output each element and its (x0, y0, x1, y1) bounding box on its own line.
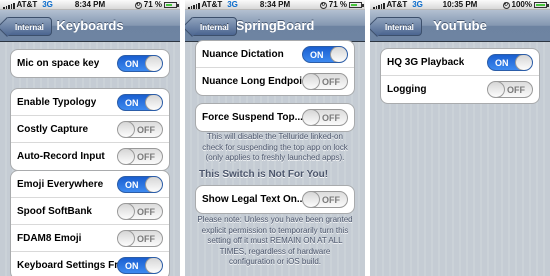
force-suspend-toggle[interactable]: OFF (302, 109, 348, 126)
setting-costly-capture: Costly Capture OFF (11, 116, 169, 143)
rotation-lock-icon: ↻ (134, 1, 142, 9)
settings-group: Show Legal Text On... OFF (195, 185, 355, 214)
setting-mic-on-space-key: Mic on space key ON (11, 50, 169, 77)
auto-record-input-toggle[interactable]: OFF (117, 148, 163, 165)
battery-percent: 100% (511, 0, 532, 9)
setting-hq-3g-playback: HQ 3G Playback ON (381, 49, 539, 76)
settings-group: Emoji Everywhere ON Spoof SoftBank OFF F… (10, 170, 170, 276)
setting-label: Logging (387, 84, 427, 95)
footer-note: Please note: Unless you have been grante… (197, 215, 353, 266)
hq-3g-playback-toggle[interactable]: ON (487, 54, 533, 71)
battery-icon (349, 2, 364, 8)
back-button[interactable]: Internal (375, 17, 422, 36)
setting-label: Nuance Long Endpoi... (202, 76, 310, 87)
back-button[interactable]: Internal (190, 17, 237, 36)
setting-label: FDAM8 Emoji (17, 233, 82, 244)
setting-label: Auto-Record Input (17, 151, 105, 162)
setting-label: Mic on space key (17, 58, 100, 69)
emoji-everywhere-toggle[interactable]: ON (117, 176, 163, 193)
settings-group: Force Suspend Top... OFF (195, 103, 355, 132)
setting-spoof-softbank: Spoof SoftBank OFF (11, 198, 169, 225)
battery-percent: 71 % (328, 0, 347, 9)
navigation-bar: Internal YouTube (370, 10, 550, 42)
status-bar: AT&T 3G 8:34 PM ↻ 71 % (0, 0, 180, 10)
setting-label: Emoji Everywhere (17, 179, 104, 190)
show-legal-text-toggle[interactable]: OFF (302, 191, 348, 208)
youtube-screen: AT&T 3G 10:35 PM ↻ 100% Internal YouTube… (370, 0, 550, 276)
mic-on-space-key-toggle[interactable]: ON (117, 55, 163, 72)
nuance-dictation-toggle[interactable]: ON (302, 46, 348, 63)
footer-note: This will disable the Telluride linked-o… (202, 132, 348, 162)
keyboards-screen: AT&T 3G 8:34 PM ↻ 71 % Internal Keyboard… (0, 0, 180, 276)
section-header: This Switch is Not For You! (199, 169, 329, 180)
battery-icon (534, 2, 549, 8)
setting-force-suspend: Force Suspend Top... OFF (196, 104, 354, 131)
setting-keyboard-settings: Keyboard Settings Fr... ON (11, 252, 169, 276)
enable-typology-toggle[interactable]: ON (117, 94, 163, 111)
settings-group: Enable Typology ON Costly Capture OFF Au… (10, 88, 170, 171)
rotation-lock-icon: ↻ (319, 1, 327, 9)
fdam8-emoji-toggle[interactable]: OFF (117, 230, 163, 247)
status-bar: AT&T 3G 10:35 PM ↻ 100% (370, 0, 550, 10)
setting-label: Costly Capture (17, 124, 89, 135)
costly-capture-toggle[interactable]: OFF (117, 121, 163, 138)
setting-label: Nuance Dictation (202, 49, 284, 60)
logging-toggle[interactable]: OFF (487, 81, 533, 98)
setting-show-legal-text: Show Legal Text On... OFF (196, 186, 354, 213)
setting-label: Show Legal Text On... (202, 194, 306, 205)
nuance-long-endpoint-toggle[interactable]: OFF (302, 73, 348, 90)
setting-label: HQ 3G Playback (387, 57, 465, 68)
setting-logging: Logging OFF (381, 76, 539, 103)
settings-group: Mic on space key ON (10, 49, 170, 78)
setting-label: Spoof SoftBank (17, 206, 92, 217)
setting-nuance-long-endpoint: Nuance Long Endpoi... OFF (196, 68, 354, 95)
battery-icon (164, 2, 179, 8)
settings-group: Nuance Dictation ON Nuance Long Endpoi..… (195, 40, 355, 96)
status-bar: AT&T 3G 8:34 PM ↻ 71 % (185, 0, 365, 10)
rotation-lock-icon: ↻ (502, 1, 510, 9)
settings-group: HQ 3G Playback ON Logging OFF (380, 48, 540, 104)
spoof-softbank-toggle[interactable]: OFF (117, 203, 163, 220)
setting-enable-typology: Enable Typology ON (11, 89, 169, 116)
setting-auto-record-input: Auto-Record Input OFF (11, 143, 169, 170)
setting-label: Force Suspend Top... (202, 112, 303, 123)
setting-emoji-everywhere: Emoji Everywhere ON (11, 171, 169, 198)
setting-nuance-dictation: Nuance Dictation ON (196, 41, 354, 68)
navigation-bar: Internal Keyboards (0, 10, 180, 42)
navigation-bar: Internal SpringBoard (185, 10, 365, 42)
setting-label: Keyboard Settings Fr... (17, 260, 125, 271)
back-button[interactable]: Internal (5, 17, 52, 36)
setting-fdam8-emoji: FDAM8 Emoji OFF (11, 225, 169, 252)
setting-label: Enable Typology (17, 97, 97, 108)
springboard-screen: AT&T 3G 8:34 PM ↻ 71 % Internal SpringBo… (185, 0, 365, 276)
battery-percent: 71 % (143, 0, 162, 9)
keyboard-settings-toggle[interactable]: ON (117, 257, 163, 274)
